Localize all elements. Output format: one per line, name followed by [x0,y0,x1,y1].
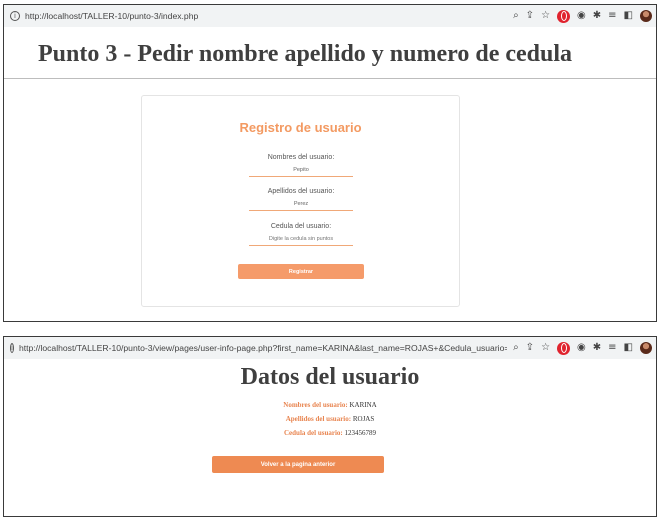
side-panel-icon[interactable]: ◧ [624,10,633,22]
first-name-label: Nombres del usuario: [267,154,335,161]
info-label: Cedula del usuario: [284,429,343,437]
info-label: Nombres del usuario: [283,401,348,409]
info-row-id-number: Cedula del usuario: 123456789 [4,429,656,443]
first-name-input[interactable] [249,163,353,177]
side-panel-icon[interactable]: ◧ [624,342,633,354]
registration-card: Registro de usuario Nombres del usuario:… [141,95,460,307]
profile-avatar[interactable] [640,342,652,354]
first-name-field: Nombres del usuario: [249,154,353,177]
register-button[interactable]: Registrar [238,264,364,279]
bookmark-star-icon[interactable]: ☆ [541,10,550,22]
playlist-icon[interactable]: ≡ [608,10,616,22]
opera-extension-icon[interactable] [557,341,571,355]
toolbar-icons: ⌕ ⇪ ☆ ◉ ✱ ≡ ◧ [507,9,652,23]
address-bar: i http://localhost/TALLER-10/punto-3/vie… [4,337,656,359]
info-row-first-name: Nombres del usuario: KARINA [4,401,656,415]
site-info-icon[interactable]: i [10,11,20,21]
info-value: KARINA [349,401,377,409]
id-number-input[interactable] [249,232,353,246]
url-field[interactable]: i http://localhost/TALLER-10/punto-3/vie… [8,340,508,356]
id-number-label: Cedula del usuario: [270,223,332,230]
info-value: ROJAS [352,415,375,423]
share-icon[interactable]: ⇪ [526,10,534,22]
camera-icon[interactable]: ◉ [577,342,586,354]
profile-avatar[interactable] [640,10,652,22]
form-title: Registro de usuario [239,120,362,135]
page-title: Punto 3 - Pedir nombre apellido y numero… [4,27,656,79]
info-row-last-name: Apellidos del usuario: ROJAS [4,415,656,429]
last-name-input[interactable] [249,197,353,211]
toolbar-icons: ⌕ ⇪ ☆ ◉ ✱ ≡ ◧ [507,341,652,355]
url-field[interactable]: i http://localhost/TALLER-10/punto-3/ind… [8,8,508,24]
share-icon[interactable]: ⇪ [526,342,534,354]
last-name-field: Apellidos del usuario: [249,188,353,211]
extensions-puzzle-icon[interactable]: ✱ [593,10,601,22]
zoom-icon[interactable]: ⌕ [513,10,519,22]
id-number-field: Cedula del usuario: [249,223,353,246]
page-title: Datos del usuario [240,364,420,390]
playlist-icon[interactable]: ≡ [608,342,616,354]
info-value: 123456789 [344,429,376,437]
address-bar: i http://localhost/TALLER-10/punto-3/ind… [4,5,656,27]
zoom-icon[interactable]: ⌕ [513,342,519,354]
user-info-list: Nombres del usuario: KARINA Apellidos de… [4,401,656,443]
site-info-icon[interactable]: i [10,343,14,353]
info-label: Apellidos del usuario: [285,415,352,423]
camera-icon[interactable]: ◉ [577,10,586,22]
url-text[interactable]: http://localhost/TALLER-10/punto-3/index… [25,11,198,21]
bookmark-star-icon[interactable]: ☆ [541,342,550,354]
last-name-label: Apellidos del usuario: [267,188,335,195]
extensions-puzzle-icon[interactable]: ✱ [593,342,601,354]
browser-window-user-info: i http://localhost/TALLER-10/punto-3/vie… [3,336,657,517]
browser-window-registration: i http://localhost/TALLER-10/punto-3/ind… [3,4,657,322]
back-button[interactable]: Volver a la pagina anterior [212,456,384,473]
opera-extension-icon[interactable] [557,9,571,23]
url-text[interactable]: http://localhost/TALLER-10/punto-3/view/… [19,343,507,353]
